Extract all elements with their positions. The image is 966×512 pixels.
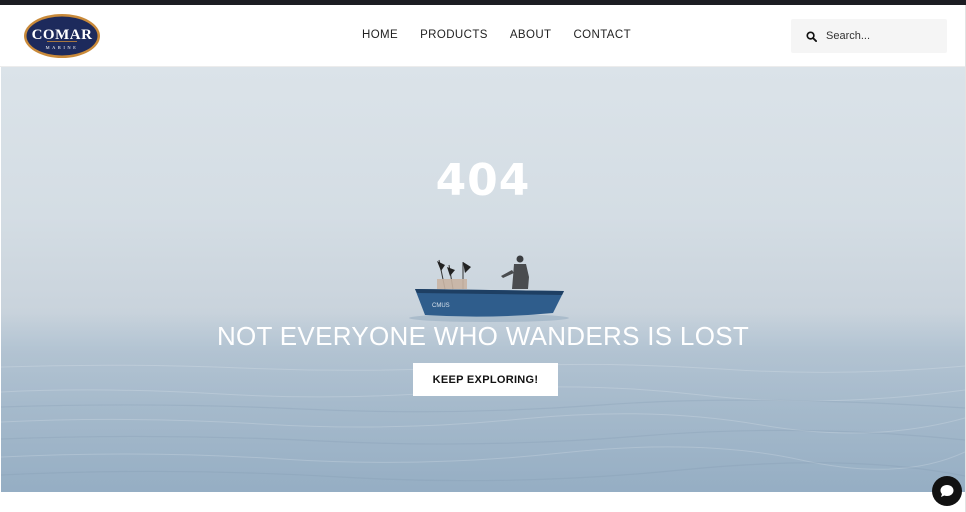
svg-text:COMAR: COMAR	[32, 27, 93, 43]
fishing-boat: CMUS	[409, 255, 569, 322]
svg-text:MARINE: MARINE	[46, 45, 79, 50]
sea-background-image: CMUS	[1, 255, 965, 492]
nav-products[interactable]: PRODUCTS	[420, 27, 488, 43]
keep-exploring-button[interactable]: KEEP EXPLORING!	[413, 363, 558, 396]
nav-about[interactable]: ABOUT	[510, 27, 552, 43]
nav-home[interactable]: HOME	[362, 27, 398, 43]
search-input[interactable]	[826, 30, 936, 42]
hero-banner: CMUS 404 NOT EVERYONE WHO WANDERS IS LOS…	[1, 67, 965, 492]
chat-button[interactable]	[932, 476, 962, 506]
svg-text:CMUS: CMUS	[432, 303, 450, 309]
nav-contact[interactable]: CONTACT	[573, 27, 631, 43]
site-logo[interactable]: COMAR MARINE	[23, 13, 101, 59]
error-code: 404	[435, 155, 531, 206]
search-box	[791, 19, 947, 53]
search-icon[interactable]	[796, 30, 826, 42]
main-nav: HOME PRODUCTS ABOUT CONTACT	[362, 27, 653, 43]
chat-icon	[940, 485, 954, 497]
site-header: COMAR MARINE HOME PRODUCTS ABOUT CONTACT	[0, 5, 966, 67]
tagline: NOT EVERYONE WHO WANDERS IS LOST	[216, 321, 750, 351]
